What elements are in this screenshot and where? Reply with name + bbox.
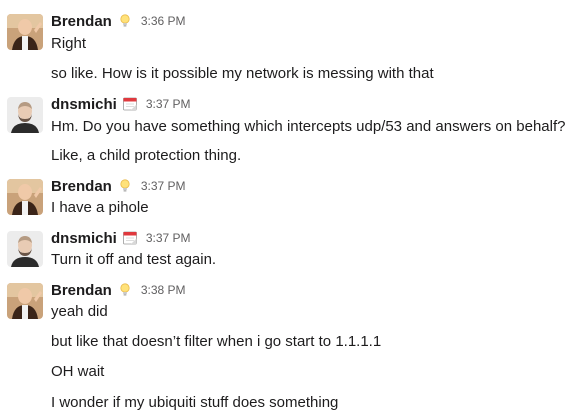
lightbulb-icon bbox=[117, 13, 133, 29]
message-header: Brendan 3:37 PM bbox=[51, 176, 186, 196]
message-text: Hm. Do you have something which intercep… bbox=[51, 118, 566, 135]
message-header: Brendan 3:38 PM bbox=[51, 280, 186, 300]
calendar-icon bbox=[122, 230, 138, 246]
avatar-dnsmichi[interactable] bbox=[7, 97, 43, 133]
message-text: Like, a child protection thing. bbox=[51, 147, 242, 164]
sender-name[interactable]: Brendan bbox=[51, 282, 112, 299]
lightbulb-icon bbox=[117, 282, 133, 298]
sender-name[interactable]: dnsmichi bbox=[51, 230, 117, 247]
timestamp[interactable]: 3:36 PM bbox=[141, 14, 186, 28]
timestamp[interactable]: 3:37 PM bbox=[146, 97, 191, 111]
avatar-brendan[interactable] bbox=[7, 283, 43, 319]
message-text: Turn it off and test again. bbox=[51, 251, 217, 268]
message-header: dnsmichi 3:37 PM bbox=[51, 94, 191, 114]
message-text: so like. How is it possible my network i… bbox=[51, 65, 434, 82]
sender-name[interactable]: Brendan bbox=[51, 13, 112, 30]
sender-name[interactable]: Brendan bbox=[51, 178, 112, 195]
timestamp[interactable]: 3:37 PM bbox=[141, 179, 186, 193]
message-text: OH wait bbox=[51, 363, 105, 380]
calendar-icon bbox=[122, 96, 138, 112]
lightbulb-icon bbox=[117, 178, 133, 194]
message-text: yeah did bbox=[51, 303, 108, 320]
message-text: I have a pihole bbox=[51, 199, 149, 216]
message-text: but like that doesn’t filter when i go s… bbox=[51, 333, 382, 350]
timestamp[interactable]: 3:38 PM bbox=[141, 283, 186, 297]
message-header: Brendan 3:36 PM bbox=[51, 11, 186, 31]
message-text: Right bbox=[51, 35, 87, 52]
sender-name[interactable]: dnsmichi bbox=[51, 96, 117, 113]
timestamp[interactable]: 3:37 PM bbox=[146, 231, 191, 245]
avatar-brendan[interactable] bbox=[7, 14, 43, 50]
avatar-dnsmichi[interactable] bbox=[7, 231, 43, 267]
message-text: I wonder if my ubiquiti stuff does somet… bbox=[51, 394, 339, 411]
message-header: dnsmichi 3:37 PM bbox=[51, 228, 191, 248]
avatar-brendan[interactable] bbox=[7, 179, 43, 215]
